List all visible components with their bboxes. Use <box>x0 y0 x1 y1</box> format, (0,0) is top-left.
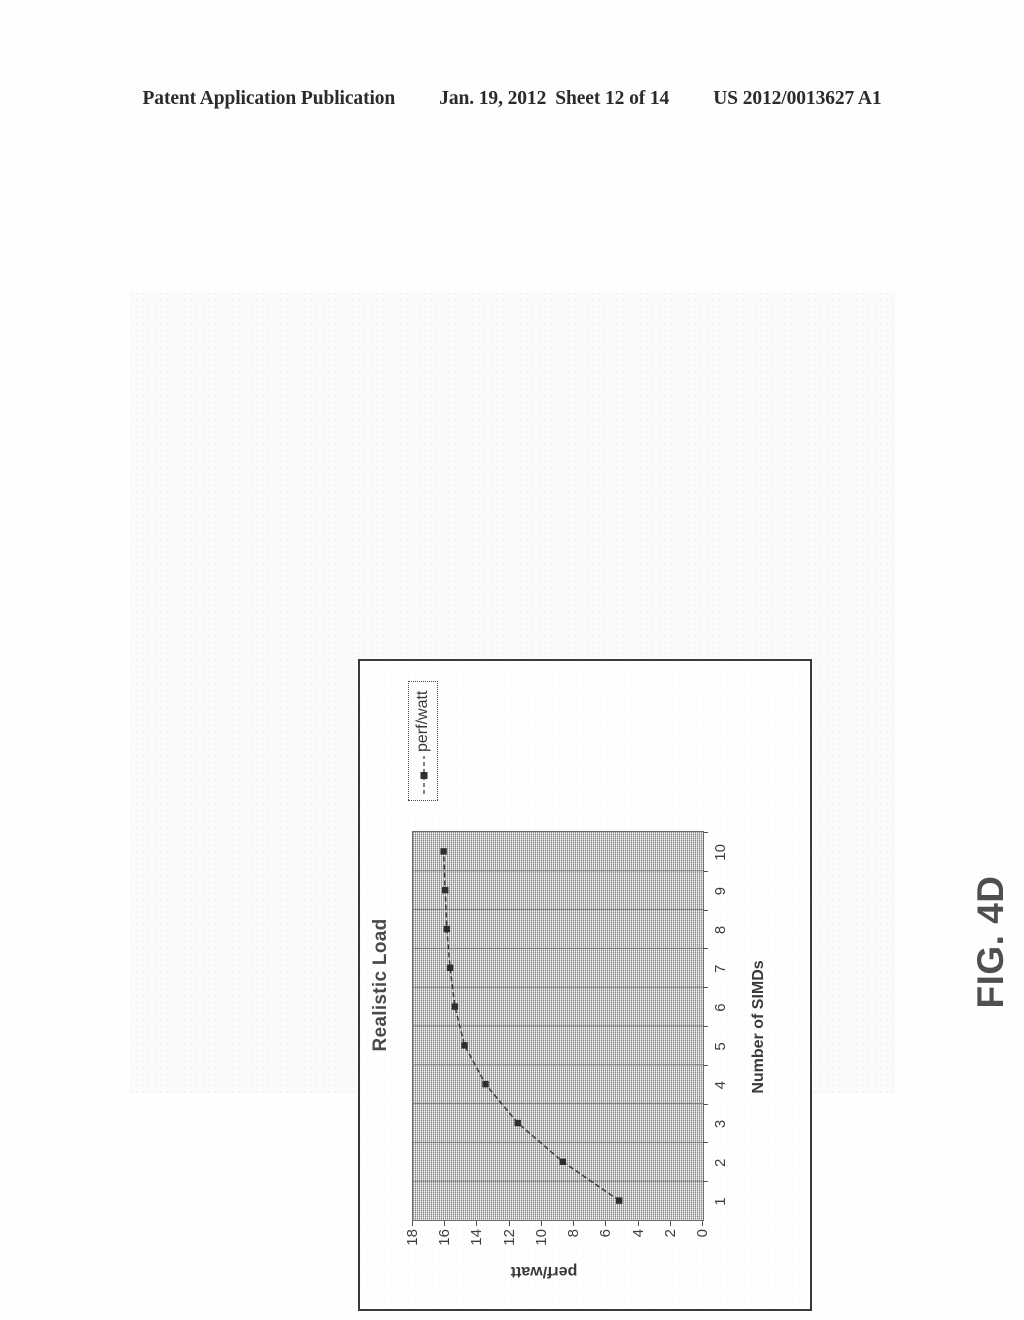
x-axis-tick-label: 4 <box>712 1081 729 1090</box>
x-axis-tick-label: 9 <box>712 887 729 896</box>
x-axis-tick-mark <box>703 1026 708 1027</box>
y-axis-tick-mark <box>508 1221 510 1226</box>
y-axis-tick-mark <box>702 1221 703 1226</box>
y-axis-tick-label: 18 <box>404 1229 421 1246</box>
x-axis-tick-mark <box>703 1181 708 1183</box>
y-axis-tick-mark <box>412 1221 413 1226</box>
chart-container: Realistic Load 0 2 4 6 8 10 12 14 16 18 123456789… <box>358 659 812 1311</box>
x-axis-tick-label: 7 <box>712 964 729 973</box>
y-axis-tick-label: 2 <box>661 1229 679 1238</box>
x-axis-tick-label: 5 <box>712 1042 729 1051</box>
y-axis-tick-label: 0 <box>694 1229 711 1238</box>
y-axis-tick-mark <box>573 1221 575 1226</box>
x-axis-tick-mark <box>703 909 708 911</box>
x-axis-tick-mark <box>703 987 708 989</box>
plot-svg <box>413 848 703 1204</box>
y-axis-tick-mark <box>669 1221 671 1226</box>
chart-title: Realistic Load <box>370 918 391 1052</box>
x-axis-tick-mark <box>703 832 708 833</box>
y-axis-tick-mark <box>605 1221 607 1226</box>
patent-page: Patent Application Publication Jan. 19, … <box>0 0 1024 1320</box>
x-axis-tick-mark <box>703 1142 708 1144</box>
legend-marker-icon <box>417 756 429 794</box>
x-axis-title: Number of SIMDs <box>750 960 767 1094</box>
header-date-label: Jan. 19, 2012 <box>439 88 547 109</box>
x-axis-tick-label: 10 <box>712 844 729 861</box>
header-publication-number: US 2012/0013627 A1 <box>713 88 882 109</box>
x-axis-tick-mark <box>703 1103 708 1105</box>
header-sheet-label: Sheet 12 of 14 <box>555 88 670 109</box>
x-axis-tick-label: 3 <box>712 1119 729 1129</box>
x-axis-tick-label: 8 <box>712 925 729 935</box>
chart-legend: perf/watt <box>408 680 438 801</box>
x-axis-tick-mark <box>703 870 708 872</box>
y-axis-title: perf/watt <box>510 1263 578 1280</box>
figure-panel: Realistic Load 0 2 4 6 8 10 12 14 16 18 123456789… <box>130 293 1011 1311</box>
x-axis-tick-label: 2 <box>712 1158 729 1167</box>
legend-label-perf-watt: perf/watt <box>414 690 431 752</box>
x-axis-tick-label: 1 <box>712 1197 729 1206</box>
page-header: Patent Application Publication Jan. 19, … <box>0 88 1024 110</box>
x-axis-tick-label: 6 <box>712 1003 729 1012</box>
y-axis-tick-mark <box>540 1221 542 1226</box>
y-axis-tick-label: 4 <box>629 1229 647 1238</box>
y-axis-tick-mark <box>637 1221 639 1226</box>
header-publication-label: Patent Application Publication <box>142 88 396 109</box>
y-axis-tick-label: 14 <box>468 1229 486 1246</box>
y-axis-tick-label: 16 <box>436 1229 454 1246</box>
y-axis-tick-mark <box>444 1221 446 1226</box>
chart-rotated-canvas: Realistic Load 0 2 4 6 8 10 12 14 16 18 123456789… <box>360 661 810 1309</box>
y-axis-tick-mark <box>476 1221 478 1226</box>
figure-caption: FIG. 4D <box>970 875 1011 1009</box>
x-axis-tick-mark <box>703 948 708 950</box>
x-axis-tick-mark <box>703 1064 708 1066</box>
plot-area <box>412 831 704 1221</box>
